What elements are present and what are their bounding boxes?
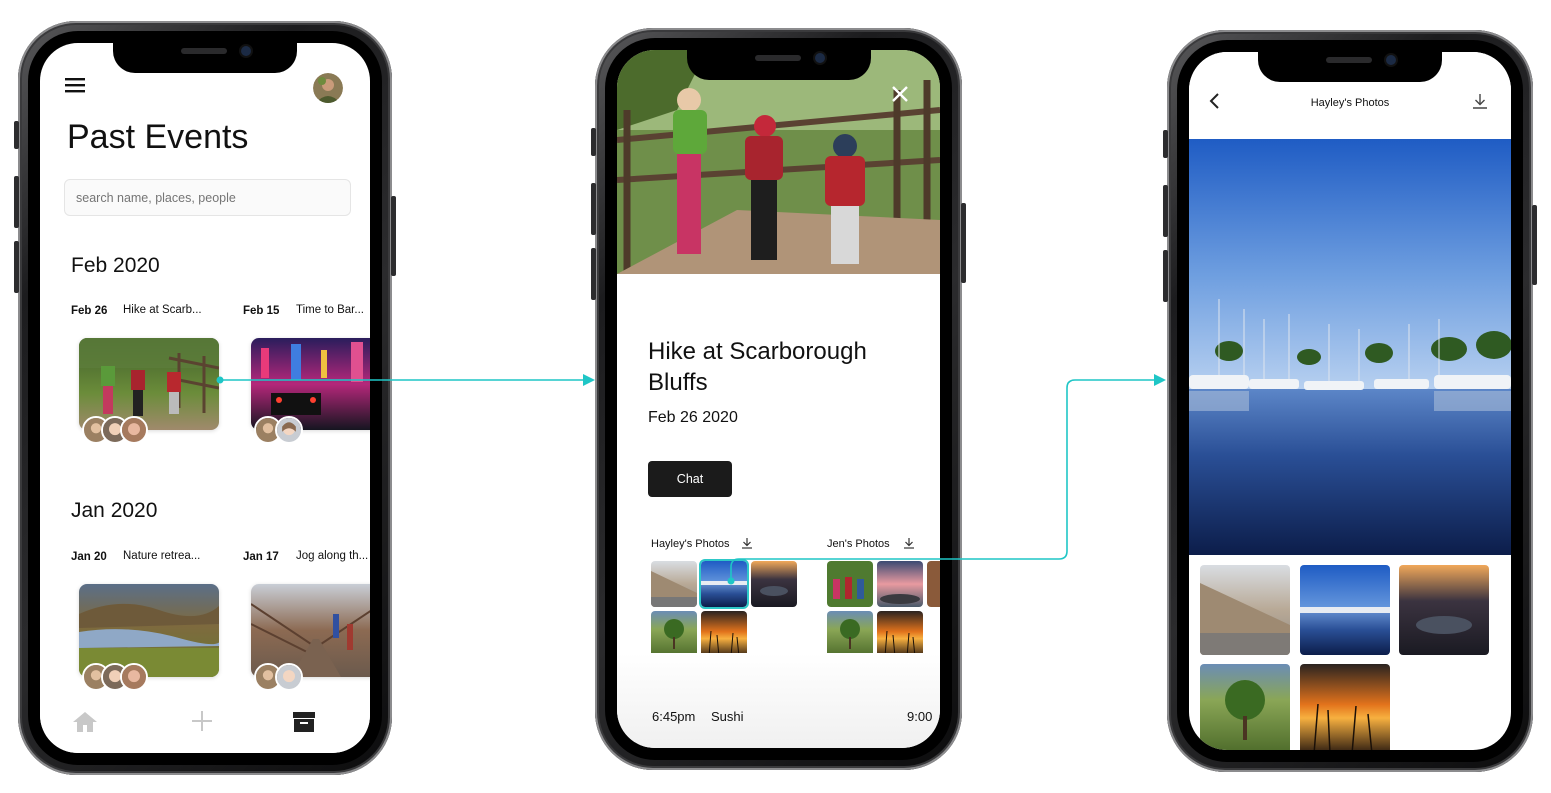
arrowhead: [583, 374, 595, 386]
volume-up-button: [14, 176, 19, 228]
photo-thumbnail-marina[interactable]: [1300, 565, 1390, 655]
event-date: Feb 26: [71, 305, 108, 317]
photo-thumbnail-sunset[interactable]: [1300, 664, 1390, 750]
event-date: Jan 17: [243, 551, 279, 563]
timeline-place: Sushi: [711, 709, 744, 724]
photo-viewer-screen: Hayley's Photos: [1189, 52, 1511, 750]
photo-thumbnail-cliff[interactable]: [1200, 565, 1290, 655]
event-title: Hike at Scarborough Bluffs: [648, 338, 867, 396]
attendee-avatar: [120, 663, 148, 691]
mute-switch: [1163, 130, 1168, 158]
add-icon[interactable]: [191, 710, 213, 732]
month-heading: Feb 2020: [71, 254, 160, 277]
event-date: Jan 20: [71, 551, 107, 563]
volume-down-button: [591, 248, 596, 300]
attendee-avatar: [275, 663, 303, 691]
attendee-avatar: [120, 416, 148, 444]
notch: [686, 50, 871, 80]
power-button: [1532, 205, 1537, 285]
volume-down-button: [14, 241, 19, 293]
tab-bar: [40, 701, 370, 753]
notch: [113, 43, 297, 73]
month-heading: Jan 2020: [71, 499, 158, 522]
photo-thumbnail-rocks[interactable]: [1399, 565, 1489, 655]
event-detail-screen: Hike at Scarborough Bluffs Feb 26 2020 C…: [617, 50, 940, 748]
photo-thumbnail-pink-sky[interactable]: [877, 561, 923, 607]
photo-thumbnail-tree[interactable]: [651, 611, 697, 657]
close-icon[interactable]: [891, 85, 909, 103]
event-hero-image: [617, 50, 940, 274]
event-date: Feb 26 2020: [648, 409, 738, 426]
photo-thumbnail-tree[interactable]: [1200, 664, 1290, 750]
photo-thumbnail-tree[interactable]: [827, 611, 873, 657]
event-name: Time to Bar...: [296, 304, 364, 316]
volume-up-button: [1163, 185, 1168, 237]
events-screen: Past Events Feb 2020 Feb 26 Hike at Scar…: [40, 43, 370, 753]
gallery-label-jen[interactable]: Jen's Photos: [827, 538, 890, 550]
gallery-label-hayley[interactable]: Hayley's Photos: [651, 538, 730, 550]
timeline-time: 9:00: [907, 709, 933, 724]
download-icon[interactable]: [741, 536, 753, 549]
download-icon[interactable]: [1472, 93, 1488, 109]
photo-thumbnail-partial[interactable]: [927, 561, 940, 607]
phone-photo-viewer: Hayley's Photos: [1163, 30, 1537, 772]
arrowhead: [1154, 374, 1166, 386]
phone-events: Past Events Feb 2020 Feb 26 Hike at Scar…: [14, 21, 396, 775]
mute-switch: [591, 128, 596, 156]
archive-icon[interactable]: [292, 711, 316, 733]
event-timeline: 6:45pm Sushi 9:00: [617, 653, 940, 748]
photo-thumbnail-sunset[interactable]: [701, 611, 747, 657]
power-button: [391, 196, 396, 276]
event-name: Jog along th...: [296, 550, 369, 562]
chat-button[interactable]: Chat: [648, 461, 732, 497]
photo-thumbnail-marina[interactable]: [699, 559, 749, 609]
download-icon[interactable]: [903, 536, 915, 549]
power-button: [961, 203, 966, 283]
photo-thumbnail-sunset[interactable]: [877, 611, 923, 657]
timeline-time: 6:45pm: [652, 709, 696, 724]
hamburger-menu-icon[interactable]: [65, 76, 87, 94]
profile-avatar[interactable]: [313, 73, 343, 103]
mute-switch: [14, 121, 19, 149]
phone-event-detail: Hike at Scarborough Bluffs Feb 26 2020 C…: [591, 28, 966, 770]
event-name: Nature retrea...: [123, 550, 201, 562]
photo-thumbnail-rocks[interactable]: [751, 561, 797, 607]
viewer-title: Hayley's Photos: [1310, 97, 1390, 109]
selected-photo: [1189, 139, 1511, 555]
home-icon[interactable]: [72, 711, 98, 733]
search-input[interactable]: [64, 179, 351, 216]
volume-up-button: [591, 183, 596, 235]
event-name: Hike at Scarb...: [123, 304, 202, 316]
photo-thumbnail-cliff[interactable]: [651, 561, 697, 607]
photo-thumbnail-group[interactable]: [827, 561, 873, 607]
attendee-avatar: [275, 416, 303, 444]
volume-down-button: [1163, 250, 1168, 302]
notch: [1258, 52, 1442, 82]
page-title: Past Events: [67, 118, 249, 156]
event-date: Feb 15: [243, 305, 280, 317]
